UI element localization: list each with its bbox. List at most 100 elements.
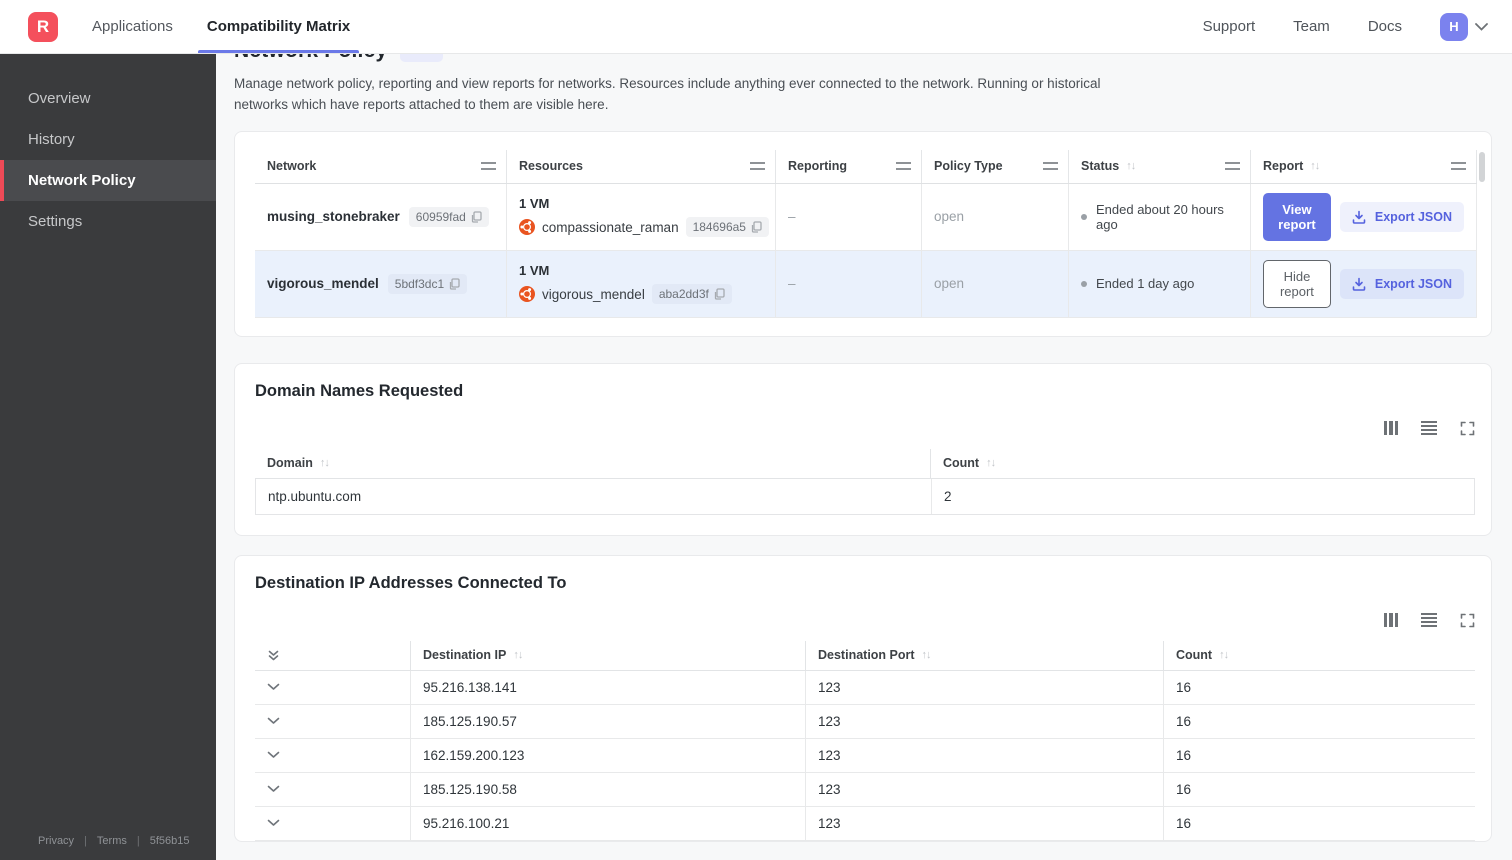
column-header-status[interactable]: Status ↑↓ [1069,149,1251,183]
status-dot-icon [1081,280,1087,287]
sidebar: Overview History Network Policy Settings… [0,54,216,860]
table-scrollbar-thumb[interactable] [1479,151,1485,182]
avatar[interactable]: H [1440,12,1468,41]
resource-id-badge: aba2dd3f [651,284,732,305]
view-report-button[interactable]: View report [1263,192,1331,241]
sidebar-item-network-policy[interactable]: Network Policy [0,160,216,201]
fullscreen-icon[interactable] [1460,613,1475,628]
destination-ip-cell: 185.125.190.58 [411,772,806,806]
column-header-reporting[interactable]: Reporting [776,149,922,183]
column-header-policy-type-label: Policy Type [934,159,1003,174]
chevron-down-icon[interactable] [267,785,280,793]
export-json-button[interactable]: Export JSON [1339,201,1464,232]
column-menu-icon[interactable] [481,162,496,171]
chevron-down-icon [1475,22,1488,31]
copy-icon[interactable] [714,288,725,300]
ip-row: 185.125.190.58 123 16 [255,772,1475,807]
export-json-button[interactable]: Export JSON [1339,268,1464,299]
column-header-destination-port[interactable]: Destination Port ↑↓ [806,640,1164,670]
expand-all-header-cell[interactable] [255,640,411,670]
fullscreen-icon[interactable] [1460,421,1475,436]
chevron-down-icon[interactable] [267,717,280,725]
columns-icon[interactable] [1383,613,1398,628]
row-expander-cell[interactable] [255,704,411,738]
domains-card: Domain Names Requested Domain ↑↓ Count ↑… [234,362,1492,536]
domains-toolbar [255,421,1475,436]
domain-cell: ntp.ubuntu.com [256,478,932,514]
column-header-network[interactable]: Network [255,149,507,183]
copy-icon[interactable] [449,278,460,290]
terms-link[interactable]: Terms [97,835,127,847]
nav-link-docs[interactable]: Docs [1368,18,1402,35]
sort-icon[interactable]: ↑↓ [513,649,523,661]
nav-right: Support Team Docs H [1203,12,1488,41]
export-json-label: Export JSON [1374,276,1452,291]
sort-icon[interactable]: ↑↓ [922,649,932,661]
nav-tab-compatibility-matrix[interactable]: Compatibility Matrix [197,0,360,53]
ips-table-header: Destination IP ↑↓ Destination Port ↑↓ Co… [255,640,1475,671]
nav-link-support[interactable]: Support [1203,18,1256,35]
report-cell: View report Export JSON [1251,183,1477,250]
network-name: vigorous_mendel [267,276,379,292]
rows-icon[interactable] [1421,421,1437,436]
resources-cell: 1 VM vigorous_mendel aba2dd3f [507,250,776,317]
column-header-count[interactable]: Count ↑↓ [931,449,1475,478]
column-menu-icon[interactable] [896,162,911,171]
sort-icon[interactable]: ↑↓ [986,457,996,469]
copy-icon[interactable] [471,211,482,223]
sort-icon[interactable]: ↑↓ [1219,649,1229,661]
ip-row: 95.216.138.141 123 16 [255,670,1475,705]
column-menu-icon[interactable] [1451,162,1466,171]
sidebar-item-network-policy-label: Network Policy [28,172,136,189]
rows-icon[interactable] [1421,613,1437,628]
column-header-count-label: Count [1176,648,1213,663]
sidebar-footer: Privacy | Terms | 5f56b15 [0,835,216,860]
column-header-destination-ip-label: Destination IP [423,648,507,663]
column-header-domain-label: Domain [267,456,313,471]
column-header-destination-ip[interactable]: Destination IP ↑↓ [411,640,806,670]
column-header-domain[interactable]: Domain ↑↓ [255,448,931,478]
export-json-label: Export JSON [1374,209,1452,224]
sidebar-item-overview[interactable]: Overview [0,78,216,119]
nav-tab-applications[interactable]: Applications [92,0,173,53]
columns-icon[interactable] [1383,421,1398,436]
sort-icon[interactable]: ↑↓ [1126,160,1136,172]
row-expander-cell[interactable] [255,670,411,704]
column-header-report[interactable]: Report ↑↓ [1251,149,1477,183]
reporting-cell: – [776,183,922,250]
column-menu-icon[interactable] [1225,162,1240,171]
destination-ip-cell: 95.216.138.141 [411,670,806,704]
footer-separator: | [136,835,140,847]
column-menu-icon[interactable] [750,162,765,171]
row-expander-cell[interactable] [255,806,411,840]
sidebar-item-settings[interactable]: Settings [0,201,216,242]
column-header-count[interactable]: Count ↑↓ [1164,641,1475,670]
sidebar-item-history[interactable]: History [0,119,216,160]
network-name: musing_stonebraker [267,209,400,225]
chevron-down-icon[interactable] [267,683,280,691]
active-tab-indicator [197,50,360,53]
sort-icon[interactable]: ↑↓ [320,457,330,469]
column-header-report-label: Report [1263,159,1304,174]
network-row-vigorous-mendel: vigorous_mendel 5bdf3dc1 1 VM vigorous_m [255,250,1477,318]
nav-link-team[interactable]: Team [1293,18,1330,35]
chevron-down-icon[interactable] [267,751,280,759]
row-expander-cell[interactable] [255,738,411,772]
ips-toolbar [255,613,1475,628]
destination-port-cell: 123 [806,704,1164,738]
user-menu[interactable]: H [1440,12,1488,41]
double-chevron-down-icon[interactable] [267,649,280,662]
domains-card-title: Domain Names Requested [255,381,464,400]
column-menu-icon[interactable] [1043,162,1058,171]
hide-report-button[interactable]: Hide report [1263,259,1331,308]
network-id-badge: 60959fad [408,206,489,227]
sort-icon[interactable]: ↑↓ [1310,160,1320,172]
column-header-resources[interactable]: Resources [507,149,776,183]
privacy-link[interactable]: Privacy [38,835,74,847]
copy-icon[interactable] [751,221,762,233]
chevron-down-icon[interactable] [267,819,280,827]
resource-id: 184696a5 [692,220,746,235]
row-expander-cell[interactable] [255,772,411,806]
app-logo[interactable]: R [28,11,58,42]
column-header-policy-type[interactable]: Policy Type [922,149,1069,183]
